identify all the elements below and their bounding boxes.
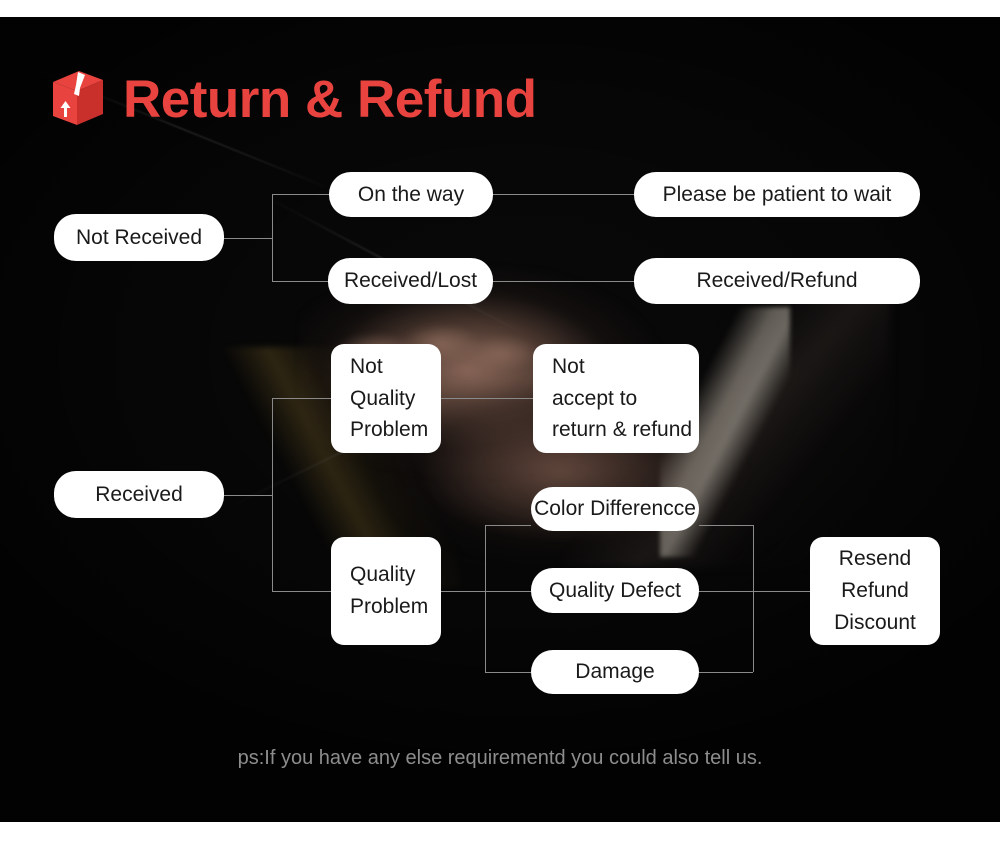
connector xyxy=(224,495,272,496)
connector xyxy=(272,281,329,282)
connector xyxy=(485,591,531,592)
node-label: Received/Lost xyxy=(343,269,478,292)
connector xyxy=(699,591,753,592)
connector xyxy=(493,281,634,282)
return-refund-infographic: Return & Refund Not Received On the way … xyxy=(0,0,1000,844)
connector xyxy=(699,525,753,526)
connector xyxy=(224,238,272,239)
node-label: Not accept to return & refund xyxy=(552,354,693,442)
footer-note: ps:If you have any else requirementd you… xyxy=(237,747,763,769)
package-box-icon xyxy=(52,70,104,126)
node-received-lost[interactable]: Received/Lost xyxy=(328,258,493,304)
connector xyxy=(272,398,273,591)
connector xyxy=(485,672,531,673)
connector xyxy=(485,525,486,672)
node-quality-problem[interactable]: Quality Problem xyxy=(331,537,441,645)
node-please-be-patient[interactable]: Please be patient to wait xyxy=(634,172,920,217)
dark-canvas: Return & Refund Not Received On the way … xyxy=(0,17,1000,822)
handshake-background-photo xyxy=(0,17,1000,822)
connector xyxy=(441,398,533,399)
connector xyxy=(441,591,485,592)
node-label: Not Quality Problem xyxy=(350,354,429,442)
connector xyxy=(272,194,329,195)
node-label: Resend Refund Discount xyxy=(834,547,916,634)
connector xyxy=(753,525,754,672)
node-label: On the way xyxy=(357,182,465,206)
connector xyxy=(485,525,531,526)
node-received-refund[interactable]: Received/Refund xyxy=(634,258,920,304)
node-label: Received xyxy=(95,482,183,506)
node-not-received[interactable]: Not Received xyxy=(54,214,224,261)
page-header: Return & Refund xyxy=(52,70,537,126)
node-label: Color Differencce xyxy=(534,497,696,520)
node-label: Please be patient to wait xyxy=(662,182,892,206)
node-on-the-way[interactable]: On the way xyxy=(329,172,493,217)
node-received[interactable]: Received xyxy=(54,471,224,518)
connector xyxy=(272,591,331,592)
node-label: Damage xyxy=(575,660,655,683)
node-not-quality-problem[interactable]: Not Quality Problem xyxy=(331,344,441,453)
connector xyxy=(699,672,753,673)
node-resend-refund-discount[interactable]: Resend Refund Discount xyxy=(810,537,940,645)
connector xyxy=(753,591,810,592)
page-title: Return & Refund xyxy=(123,69,537,129)
connector xyxy=(272,398,331,399)
node-label: Not Received xyxy=(75,225,203,249)
node-not-accept-to-return-refund[interactable]: Not accept to return & refund xyxy=(533,344,699,453)
node-damage[interactable]: Damage xyxy=(531,650,699,694)
node-quality-defect[interactable]: Quality Defect xyxy=(531,568,699,613)
node-color-difference[interactable]: Color Differencce xyxy=(531,487,699,531)
node-label: Received/Refund xyxy=(696,269,858,292)
node-label: Quality Problem xyxy=(350,563,429,618)
connector xyxy=(272,194,273,282)
connector xyxy=(493,194,634,195)
node-label: Quality Defect xyxy=(549,578,681,602)
